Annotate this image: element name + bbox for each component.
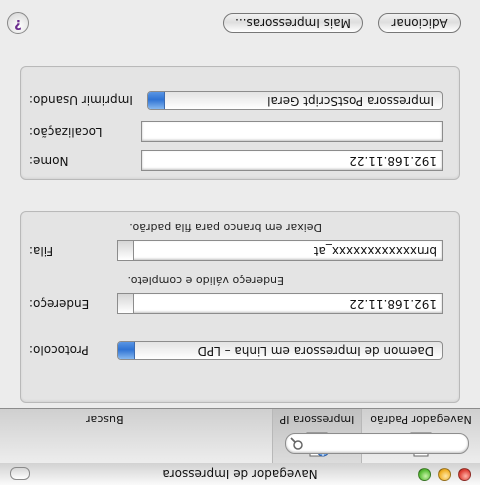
protocol-label: Protocolo: [29,343,89,357]
window-title: Navegador de Impressora [162,467,318,481]
chevron-updown-icon [147,91,165,110]
address-label: Endereço: [29,297,90,311]
print-using-select[interactable]: Impressora PostScript Geral [147,91,443,110]
address-value: 192.168.11.22 [349,297,437,311]
print-using-label: Imprimir Usando: [29,93,133,107]
title-bar: Navegador de Impressora [0,462,480,485]
protocol-value: Daemon de Impressora em Linha – LPD [197,344,434,358]
printer-browser-window: Navegador de Impressora Navegador Padrão [0,0,480,485]
name-value: 192.168.11.22 [349,154,437,168]
search-input[interactable] [285,433,469,454]
address-hint: Endereço válido e completo. [127,274,284,287]
printer-details-panel: Nome: 192.168.11.22 Localização: Imprimi… [20,66,460,180]
address-field[interactable]: 192.168.11.22 [117,293,443,314]
chevron-updown-icon [117,341,135,360]
queue-label: Fila: [29,244,54,258]
address-history-button[interactable] [117,293,134,314]
queue-history-button[interactable] [117,240,134,261]
queue-value: brnxxxxxxxxxxxx_at [313,244,437,258]
tab-default-browser-label: Navegador Padrão [370,413,472,426]
name-field[interactable]: 192.168.11.22 [141,150,443,171]
tab-ip-printer-label: Impressora IP [279,413,355,426]
location-field[interactable] [141,121,443,142]
search-label: Buscar [86,413,124,426]
queue-hint: Deixar em branco para fila padrão. [129,221,322,234]
name-label: Nome: [29,154,69,168]
connection-panel: Protocolo: Daemon de Impressora em Linha… [20,211,460,403]
search-icon [289,436,304,451]
location-label: Localização: [29,125,103,139]
add-button[interactable]: Adicionar [378,13,461,33]
toolbar: Navegador Padrão Impressora IP Buscar [0,408,480,463]
print-using-value: Impressora PostScript Geral [267,94,434,108]
queue-field[interactable]: brnxxxxxxxxxxxx_at [117,240,443,261]
protocol-select[interactable]: Daemon de Impressora em Linha – LPD [117,341,443,360]
help-button[interactable]: ? [7,12,29,34]
toolbar-toggle-button[interactable] [10,467,30,480]
more-printers-button[interactable]: Mais Impressoras... [223,13,363,33]
